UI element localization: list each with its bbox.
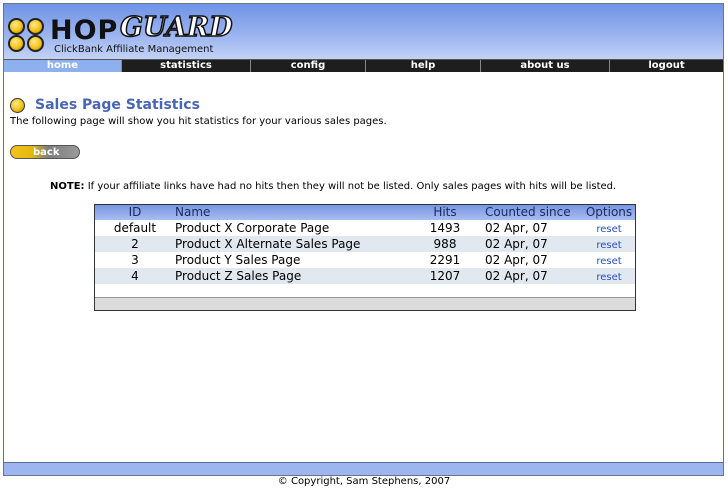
row-hits: 988 bbox=[433, 237, 457, 251]
nav-config[interactable]: config bbox=[250, 60, 365, 72]
copyright-text: © Copyright, Sam Stephens, 2007 bbox=[277, 476, 451, 487]
sales-stats-table: ID Name Hits Counted since Options defau… bbox=[94, 204, 636, 311]
row-hits: 1207 bbox=[429, 269, 461, 283]
table-row: default Product X Corporate Page 1493 02… bbox=[95, 220, 635, 236]
row-counted-since: 02 Apr, 07 bbox=[485, 221, 548, 235]
logo-name-right: GUARD bbox=[119, 12, 233, 44]
nav-home[interactable]: home bbox=[4, 60, 121, 72]
row-name: Product X Corporate Page bbox=[175, 221, 330, 235]
row-hits: 2291 bbox=[429, 253, 461, 267]
logo-tagline: ClickBank Affiliate Management bbox=[54, 44, 214, 55]
nav-statistics[interactable]: statistics bbox=[121, 60, 250, 72]
page-title-row: Sales Page Statistics bbox=[10, 95, 200, 115]
header-hits: Hits bbox=[433, 205, 457, 219]
header-name: Name bbox=[175, 205, 211, 219]
header-counted-since: Counted since bbox=[485, 205, 571, 219]
row-id: default bbox=[113, 221, 157, 235]
site-header: HOP GUARD ClickBank Affiliate Management bbox=[4, 4, 723, 59]
yellow-dot-icon bbox=[10, 97, 25, 113]
header-options: Options bbox=[585, 205, 633, 219]
nav-logout[interactable]: logout bbox=[609, 60, 723, 72]
row-name: Product X Alternate Sales Page bbox=[175, 237, 361, 251]
reset-link[interactable]: reset bbox=[596, 224, 621, 235]
page-title: Sales Page Statistics bbox=[35, 97, 200, 113]
reset-link[interactable]: reset bbox=[596, 240, 621, 251]
note-label: NOTE: bbox=[50, 181, 85, 192]
row-options: reset bbox=[583, 220, 635, 236]
note-text: NOTE: If your affiliate links have had n… bbox=[50, 181, 616, 192]
table-row: 4 Product Z Sales Page 1207 02 Apr, 07 r… bbox=[95, 268, 635, 284]
reset-link[interactable]: reset bbox=[596, 256, 621, 267]
row-options: reset bbox=[583, 236, 635, 252]
main-nav: home statistics config help about us log… bbox=[4, 59, 723, 72]
row-id: 4 bbox=[131, 269, 139, 283]
logo-name-left: HOP bbox=[50, 15, 119, 46]
footer-bar bbox=[4, 462, 723, 475]
reset-link[interactable]: reset bbox=[596, 272, 621, 283]
row-counted-since: 02 Apr, 07 bbox=[485, 269, 548, 283]
nav-help[interactable]: help bbox=[365, 60, 480, 72]
row-id: 2 bbox=[131, 237, 139, 251]
row-options: reset bbox=[583, 252, 635, 268]
row-name: Product Z Sales Page bbox=[175, 269, 302, 283]
note-body: If your affiliate links have had no hits… bbox=[87, 181, 617, 192]
row-name: Product Y Sales Page bbox=[175, 253, 301, 267]
row-counted-since: 02 Apr, 07 bbox=[485, 237, 548, 251]
page-intro: The following page will show you hit sta… bbox=[10, 116, 387, 127]
back-button[interactable]: back bbox=[10, 145, 80, 159]
logo-circles-icon bbox=[8, 18, 48, 54]
app-frame: HOP GUARD ClickBank Affiliate Management… bbox=[3, 3, 724, 476]
table-header: ID Name Hits Counted since Options bbox=[95, 205, 635, 220]
row-options: reset bbox=[583, 268, 635, 284]
row-hits: 1493 bbox=[429, 221, 461, 235]
row-counted-since: 02 Apr, 07 bbox=[485, 253, 548, 267]
header-id: ID bbox=[128, 205, 142, 219]
table-row: 2 Product X Alternate Sales Page 988 02 … bbox=[95, 236, 635, 252]
nav-about-us[interactable]: about us bbox=[480, 60, 609, 72]
table-row: 3 Product Y Sales Page 2291 02 Apr, 07 r… bbox=[95, 252, 635, 268]
table-footer bbox=[95, 297, 635, 310]
row-id: 3 bbox=[131, 253, 139, 267]
